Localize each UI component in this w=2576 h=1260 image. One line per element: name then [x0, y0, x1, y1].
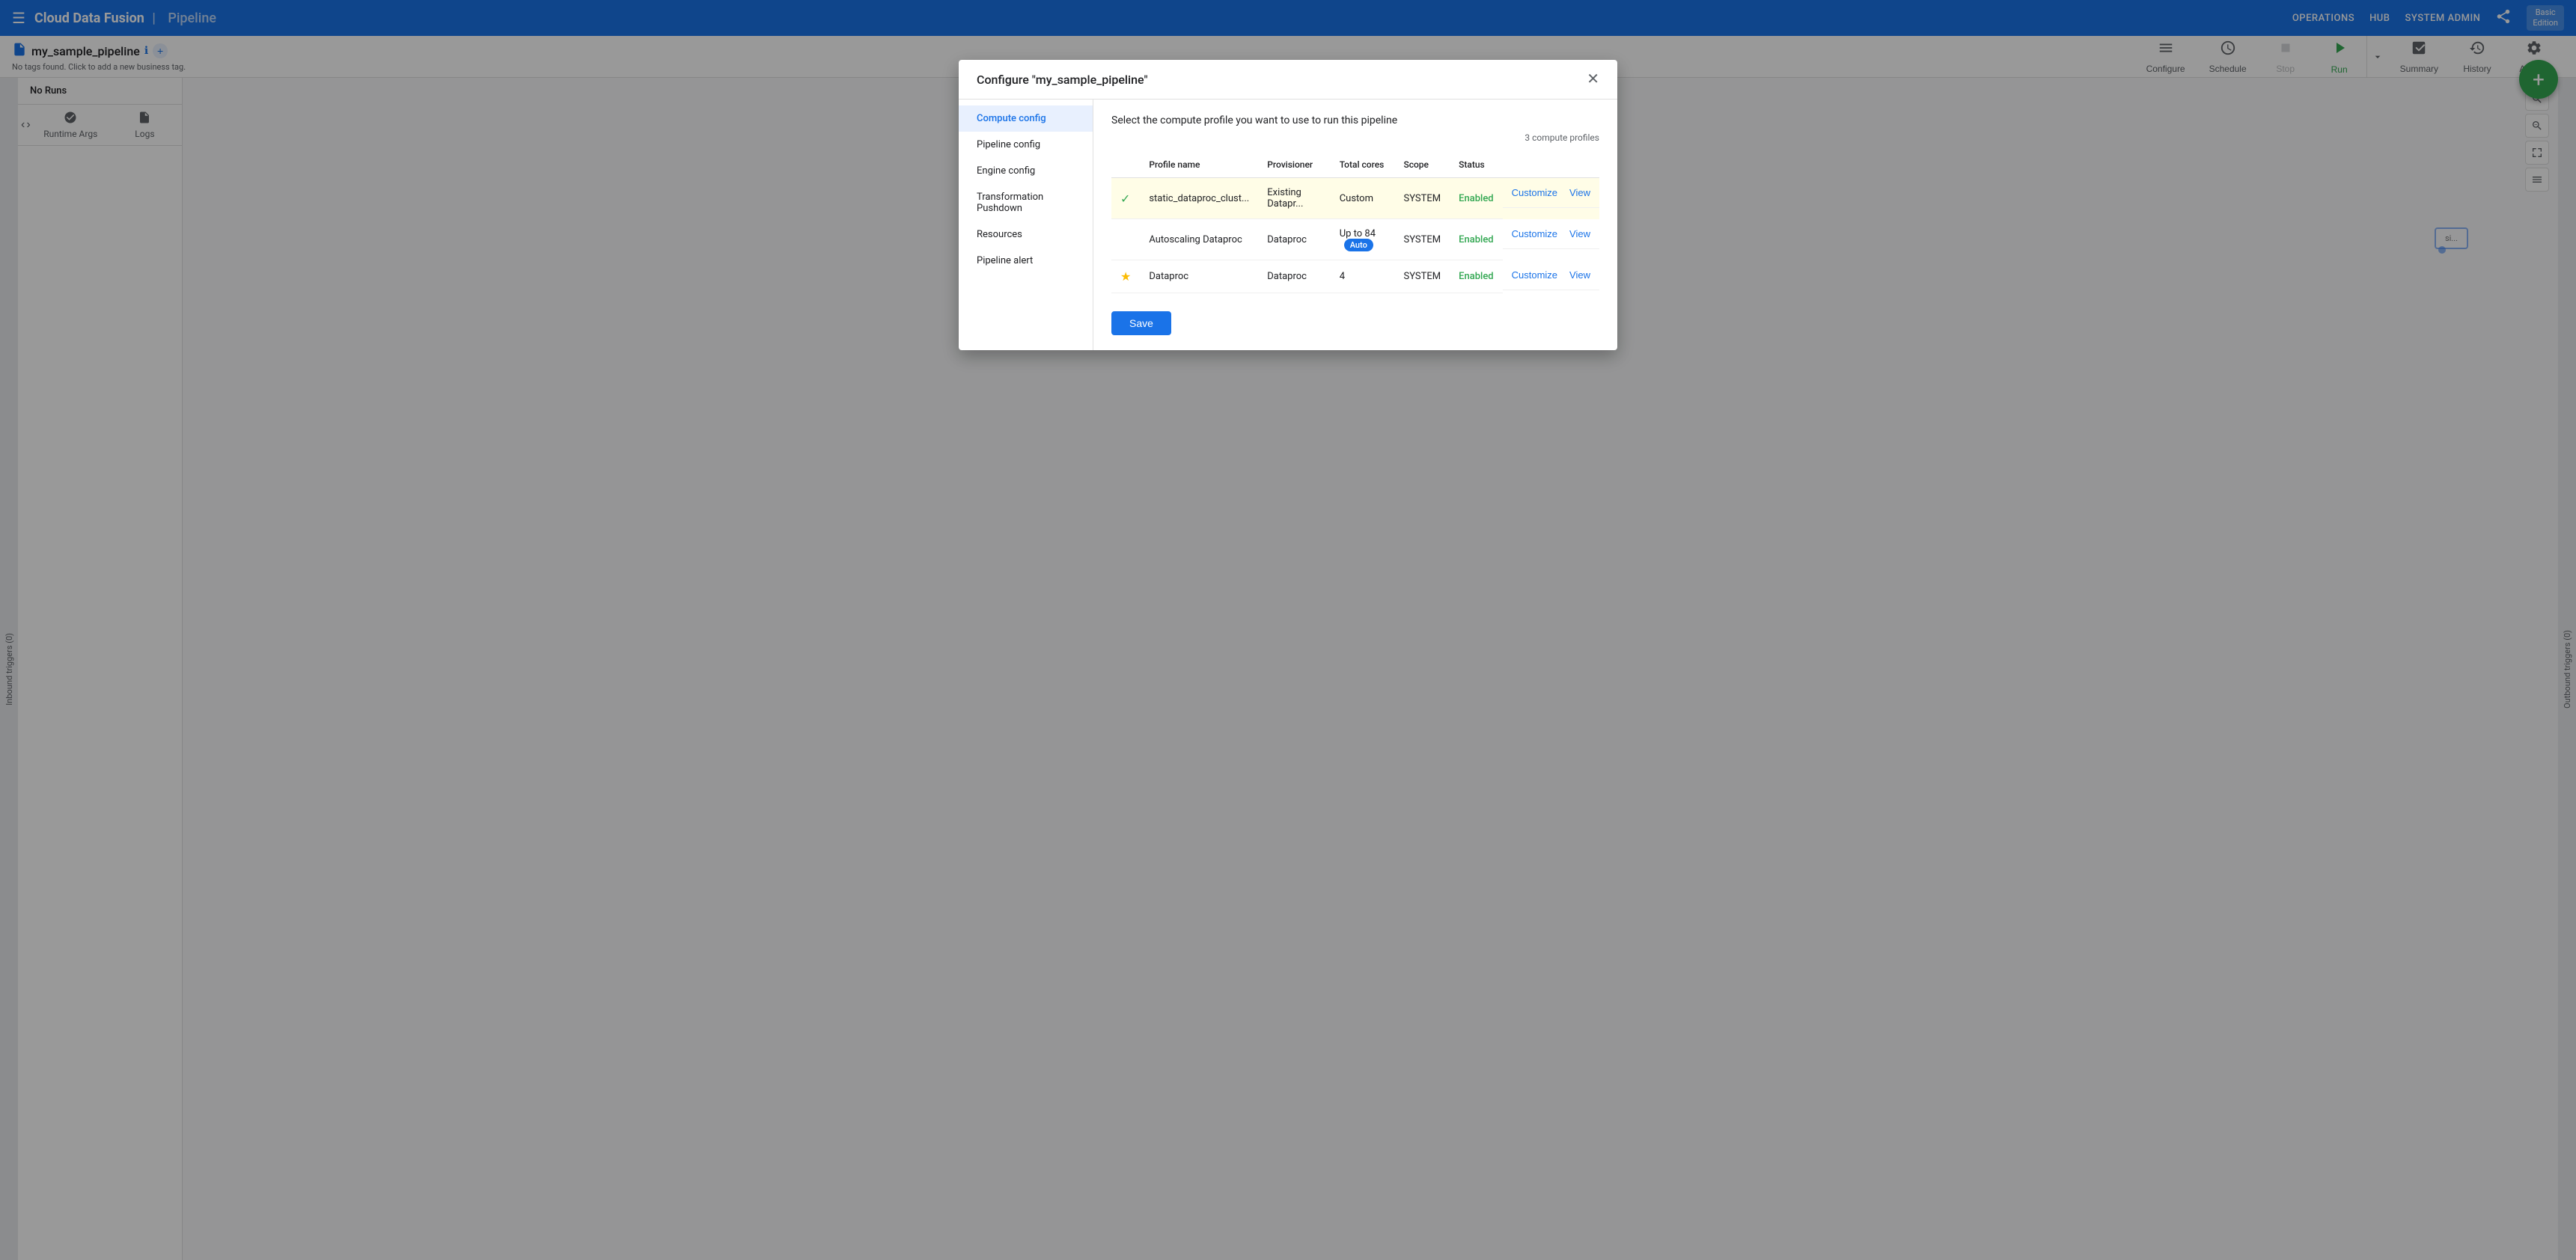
status-cell: Enabled [1450, 219, 1503, 260]
status-enabled: Enabled [1459, 193, 1494, 204]
sidebar-item-pipeline-config[interactable]: Pipeline config [959, 132, 1093, 158]
status-enabled: Enabled [1459, 271, 1494, 282]
sidebar-item-pipeline-alert[interactable]: Pipeline alert [959, 248, 1093, 274]
row-indicator-cell: ★ [1111, 260, 1140, 293]
modal-overlay: Configure "my_sample_pipeline" ✕ Compute… [0, 0, 2576, 1260]
pipeline-config-label: Pipeline config [977, 139, 1040, 150]
profiles-table: Profile name Provisioner Total cores Sco… [1111, 152, 1599, 293]
sidebar-item-engine-config[interactable]: Engine config [959, 158, 1093, 184]
configure-modal: Configure "my_sample_pipeline" ✕ Compute… [959, 60, 1617, 350]
modal-content-area: Select the compute profile you want to u… [1093, 100, 1617, 350]
modal-footer: Save [1111, 293, 1599, 335]
customize-button-row2[interactable]: Customize [1512, 269, 1557, 281]
customize-button-row0[interactable]: Customize [1512, 187, 1557, 198]
actions-cell: Customize View [1503, 260, 1599, 290]
col-header-actions [1503, 152, 1599, 178]
transformation-pushdown-label: Transformation Pushdown [977, 192, 1043, 214]
customize-button-row1[interactable]: Customize [1512, 228, 1557, 239]
compute-config-label: Compute config [977, 113, 1046, 124]
col-header-provisioner: Provisioner [1258, 152, 1330, 178]
modal-sidebar: Compute config Pipeline config Engine co… [959, 100, 1093, 350]
status-enabled: Enabled [1459, 234, 1494, 245]
star-icon: ★ [1120, 269, 1131, 284]
modal-close-button[interactable]: ✕ [1587, 72, 1599, 87]
col-header-profile-name: Profile name [1140, 152, 1258, 178]
actions-cell: Customize View [1503, 178, 1599, 208]
view-button-row0[interactable]: View [1569, 187, 1590, 198]
row-indicator-cell: ✓ [1111, 178, 1140, 219]
modal-title: Configure "my_sample_pipeline" [977, 73, 1148, 87]
modal-header: Configure "my_sample_pipeline" ✕ [959, 60, 1617, 100]
check-icon: ✓ [1120, 192, 1130, 206]
total-cores-cell: 4 [1331, 260, 1395, 293]
profile-name-cell: Autoscaling Dataproc [1140, 219, 1258, 260]
profile-name-cell: static_dataproc_clust... [1140, 178, 1258, 219]
scope-cell: SYSTEM [1394, 219, 1450, 260]
total-cores-cell: Up to 84 Auto [1331, 219, 1395, 260]
scope-cell: SYSTEM [1394, 178, 1450, 219]
profile-name-cell: Dataproc [1140, 260, 1258, 293]
table-row[interactable]: Autoscaling Dataproc Dataproc Up to 84 A… [1111, 219, 1599, 260]
provisioner-cell: Dataproc [1258, 219, 1330, 260]
status-cell: Enabled [1450, 260, 1503, 293]
sidebar-item-resources[interactable]: Resources [959, 221, 1093, 248]
col-header-scope: Scope [1394, 152, 1450, 178]
sidebar-item-compute-config[interactable]: Compute config [959, 105, 1093, 132]
actions-cell: Customize View [1503, 219, 1599, 249]
modal-content-title: Select the compute profile you want to u… [1111, 114, 1599, 126]
pipeline-alert-label: Pipeline alert [977, 255, 1033, 266]
profile-count: 3 compute profiles [1111, 132, 1599, 143]
provisioner-cell: Existing Datapr... [1258, 178, 1330, 219]
save-button[interactable]: Save [1111, 311, 1171, 335]
auto-badge: Auto [1344, 239, 1373, 251]
engine-config-label: Engine config [977, 165, 1035, 177]
view-button-row1[interactable]: View [1569, 228, 1590, 239]
col-header-status: Status [1450, 152, 1503, 178]
scope-cell: SYSTEM [1394, 260, 1450, 293]
total-cores-cell: Custom [1331, 178, 1395, 219]
cores-value: Up to 84 [1340, 228, 1376, 239]
modal-body: Compute config Pipeline config Engine co… [959, 100, 1617, 350]
resources-label: Resources [977, 229, 1022, 240]
sidebar-item-transformation-pushdown[interactable]: Transformation Pushdown [959, 184, 1093, 221]
table-row[interactable]: ✓ static_dataproc_clust... Existing Data… [1111, 178, 1599, 219]
view-button-row2[interactable]: View [1569, 269, 1590, 281]
provisioner-cell: Dataproc [1258, 260, 1330, 293]
table-header-row: Profile name Provisioner Total cores Sco… [1111, 152, 1599, 178]
row-indicator-cell [1111, 219, 1140, 260]
col-header-indicator [1111, 152, 1140, 178]
table-row[interactable]: ★ Dataproc Dataproc 4 SYSTEM Enabled Cus… [1111, 260, 1599, 293]
status-cell: Enabled [1450, 178, 1503, 219]
col-header-total-cores: Total cores [1331, 152, 1395, 178]
